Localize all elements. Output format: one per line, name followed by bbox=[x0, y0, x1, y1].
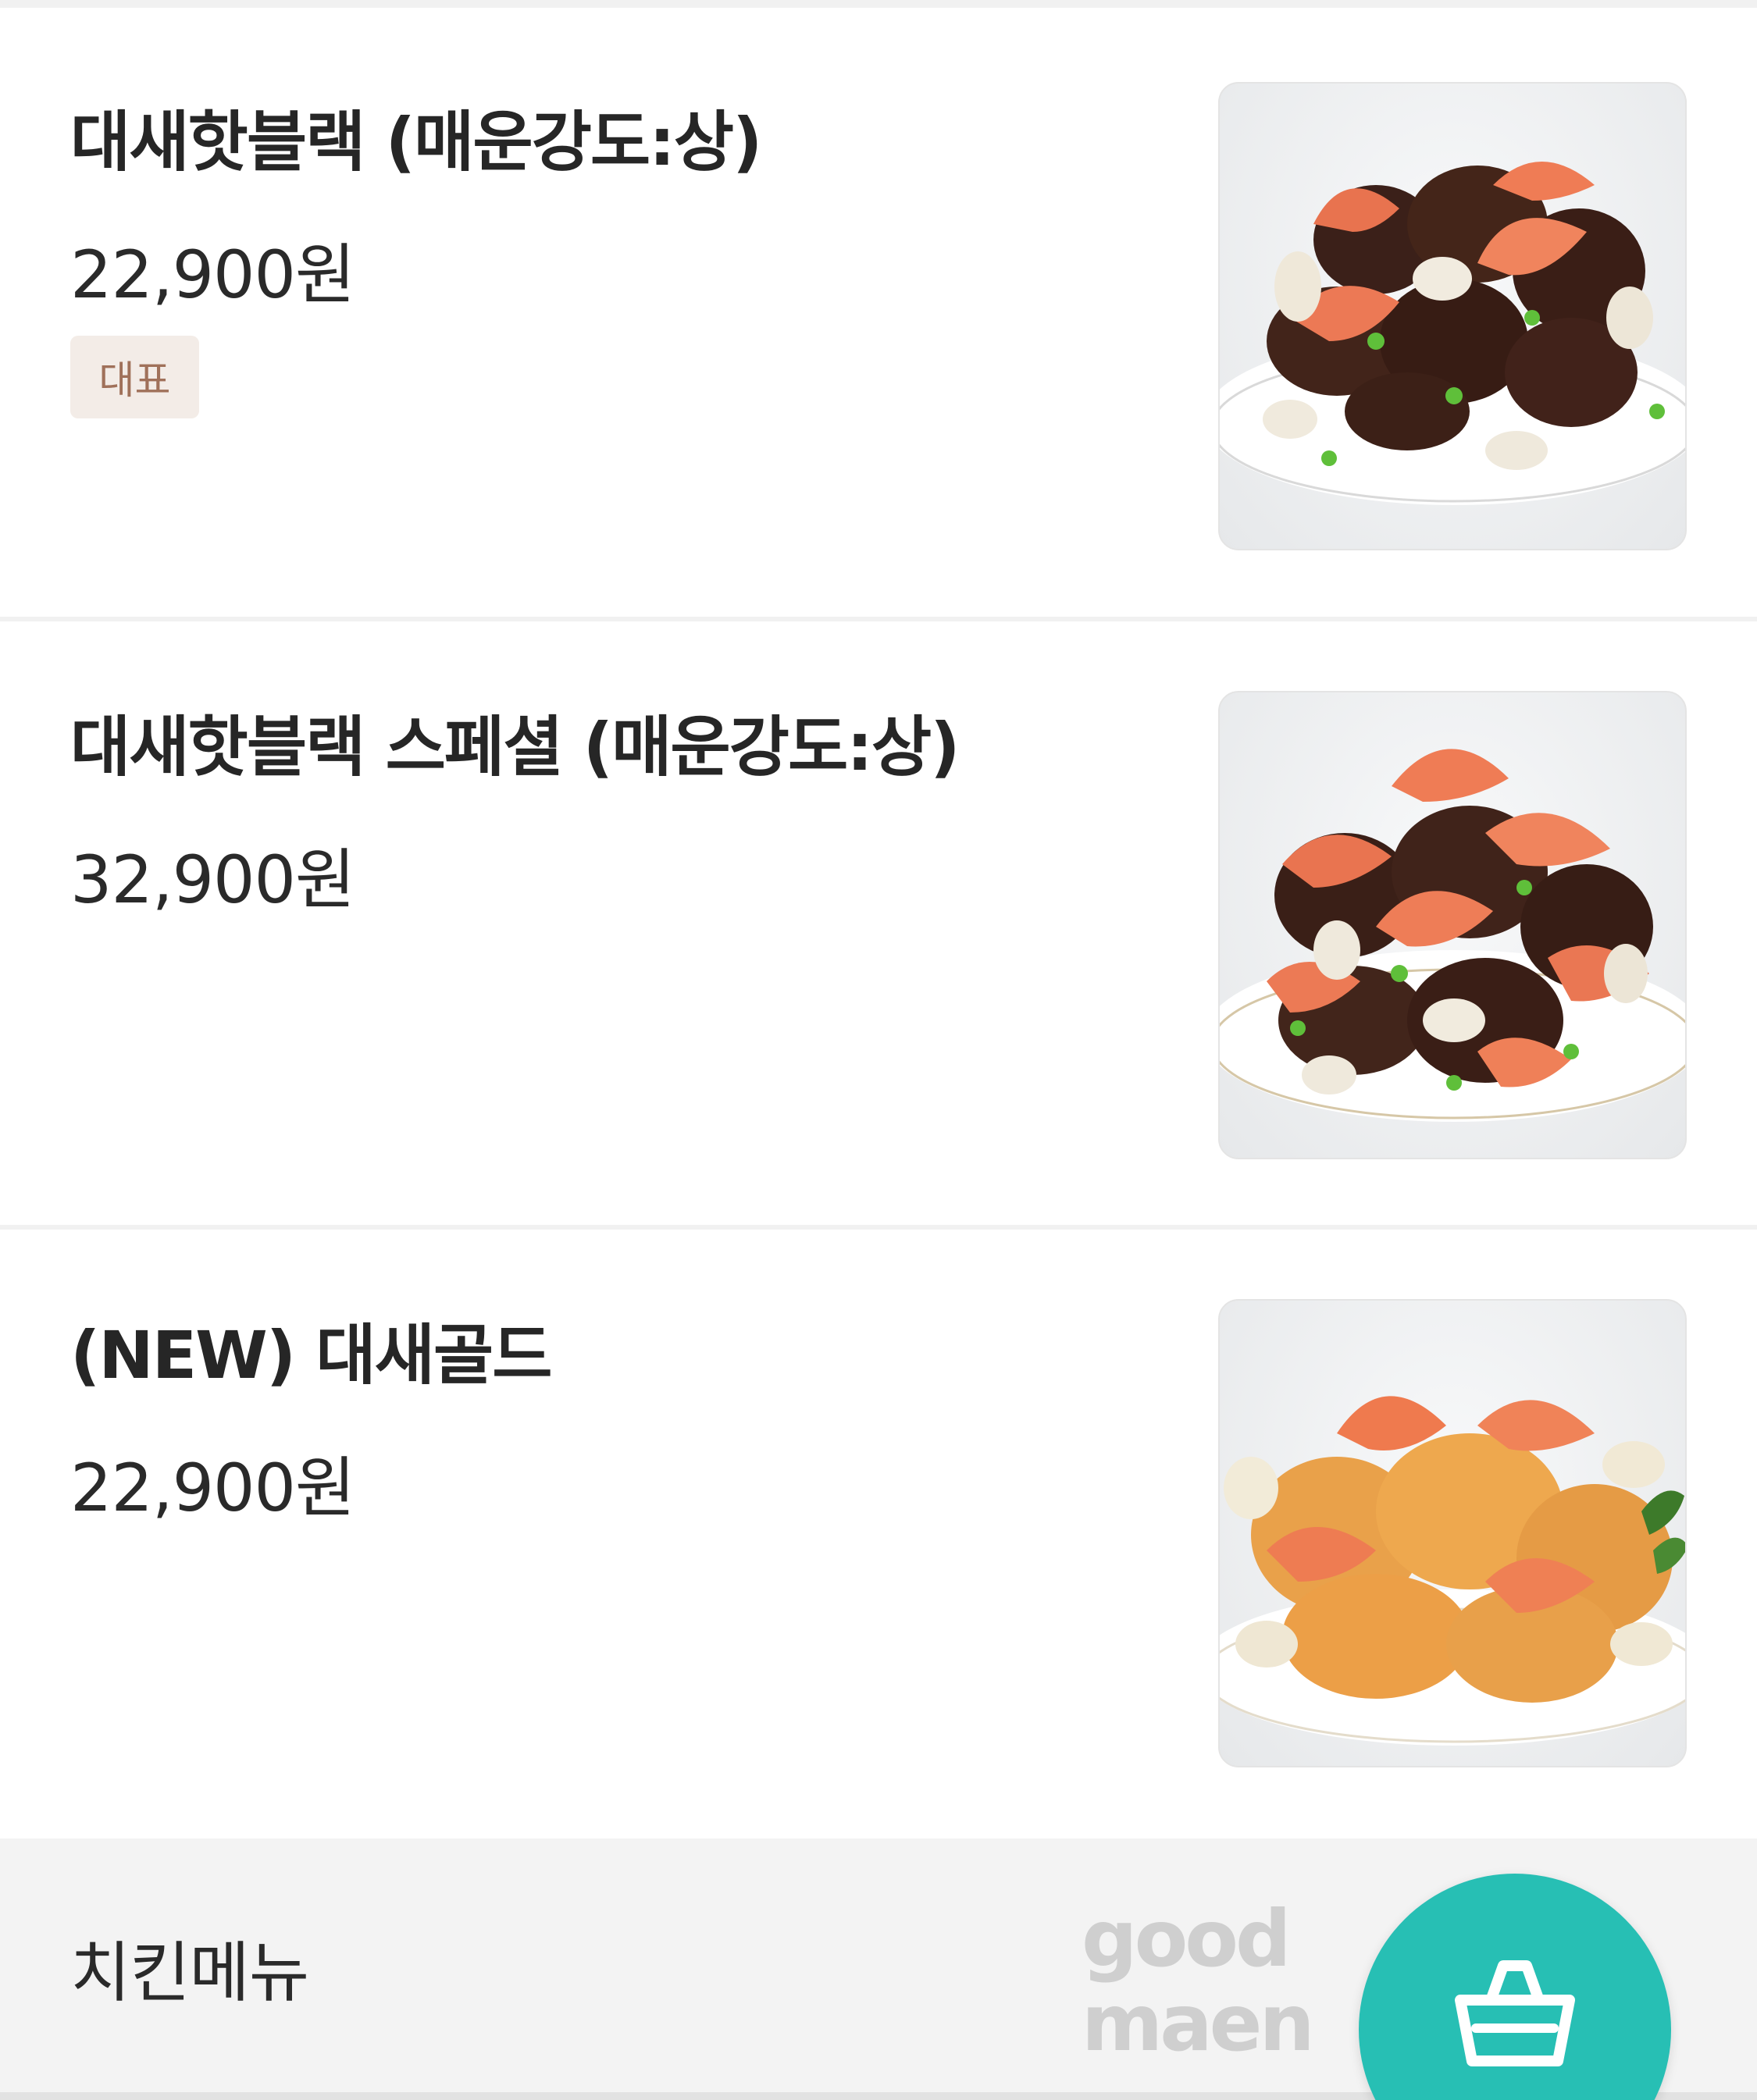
menu-item-thumbnail[interactable] bbox=[1218, 1299, 1687, 1767]
category-label: 치킨메뉴 bbox=[70, 1934, 309, 2011]
black-sauce-chicken-with-many-shrimp-photo bbox=[1220, 749, 1685, 1122]
menu-item-name: 대새핫블랙 (매운강도:상) bbox=[70, 104, 762, 180]
menu-item-price: 22,900원 bbox=[70, 237, 355, 313]
menu-page: 대새핫블랙 (매운강도:상) 22,900원 대표 대새핫블랙 스페셜 (매운강… bbox=[0, 0, 1757, 2100]
menu-item-name: (NEW) 대새골드 bbox=[70, 1317, 552, 1393]
golden-fried-chicken-with-shrimp-photo bbox=[1220, 1396, 1685, 1746]
menu-item-thumbnail[interactable] bbox=[1218, 691, 1687, 1159]
watermark-logo: good maen bbox=[1082, 1893, 1315, 2069]
shopping-basket-icon bbox=[1455, 1960, 1575, 2066]
menu-item-3[interactable]: (NEW) 대새골드 22,900원 bbox=[0, 1230, 1757, 1838]
menu-item-1[interactable]: 대새핫블랙 (매운강도:상) 22,900원 대표 bbox=[0, 8, 1757, 617]
menu-item-thumbnail[interactable] bbox=[1218, 82, 1687, 550]
top-divider bbox=[0, 0, 1757, 8]
menu-item-2[interactable]: 대새핫블랙 스페셜 (매운강도:상) 32,900원 bbox=[0, 621, 1757, 1225]
watermark-line-2: maen bbox=[1082, 1977, 1315, 2069]
signature-badge: 대표 bbox=[70, 336, 199, 418]
menu-item-price: 32,900원 bbox=[70, 842, 355, 918]
menu-item-price: 22,900원 bbox=[70, 1450, 355, 1526]
watermark-line-1: good bbox=[1082, 1893, 1292, 1984]
black-sauce-chicken-with-shrimp-photo bbox=[1220, 162, 1685, 505]
menu-item-name: 대새핫블랙 스페셜 (매운강도:상) bbox=[70, 709, 960, 785]
